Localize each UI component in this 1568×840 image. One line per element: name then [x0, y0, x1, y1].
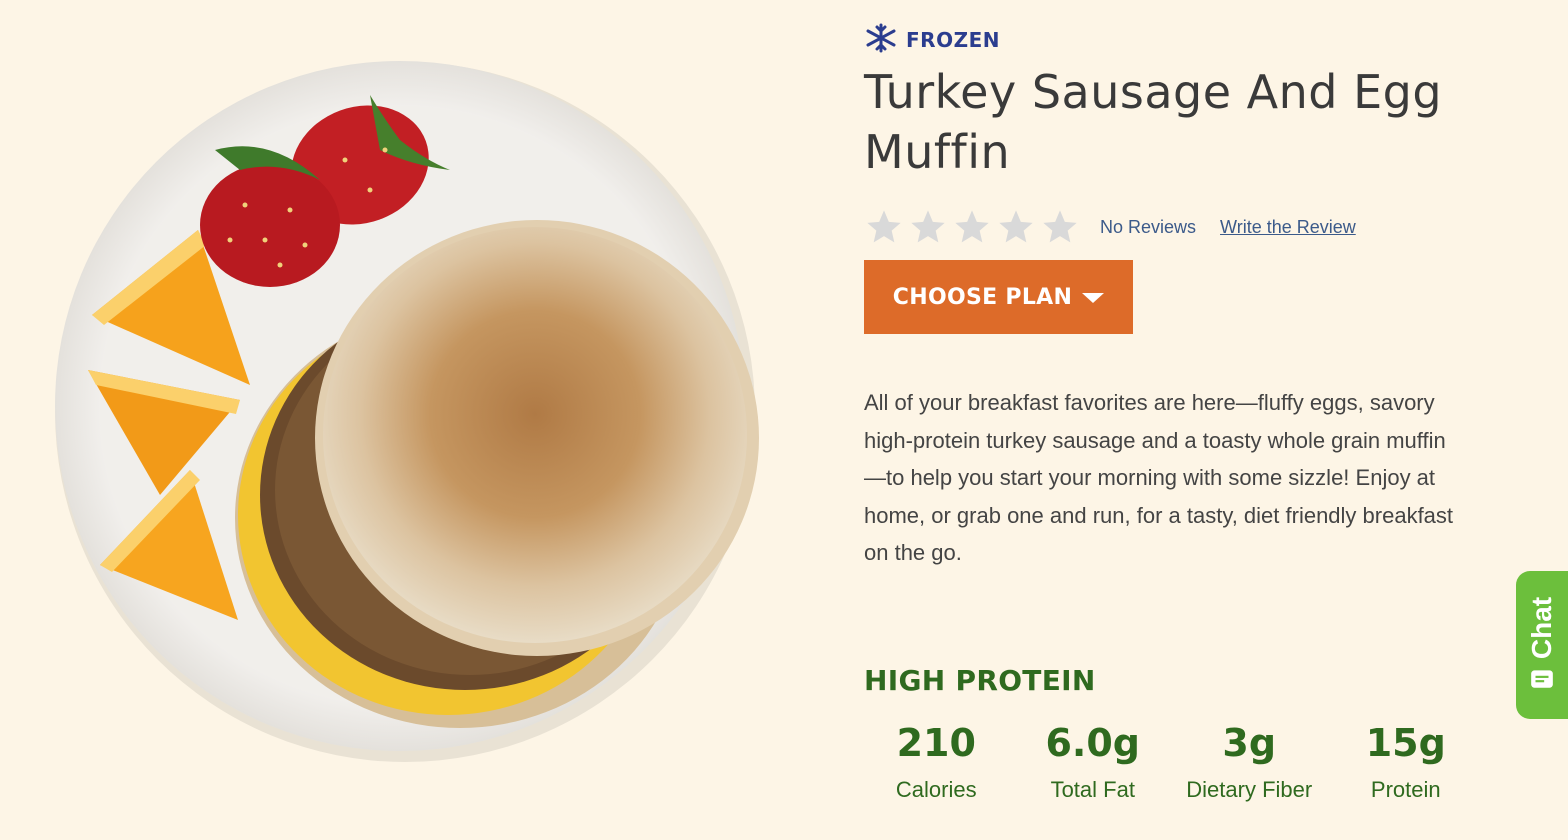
snowflake-icon — [864, 23, 898, 58]
nutrition-facts: 210 Calories 6.0g Total Fat 3g Dietary F… — [858, 719, 1484, 803]
star-icon[interactable] — [864, 207, 904, 247]
nutrition-heading: HIGH PROTEIN — [864, 663, 1096, 697]
nutrient-protein: 15g Protein — [1328, 719, 1485, 803]
choose-plan-button[interactable]: CHOOSE PLAN — [864, 260, 1133, 334]
product-description: All of your breakfast favorites are here… — [864, 390, 1454, 565]
frozen-label: FROZEN — [906, 28, 1000, 52]
write-review-link[interactable]: Write the Review — [1220, 217, 1356, 238]
star-rating[interactable] — [864, 207, 1080, 247]
product-title: Turkey Sausage And Egg Muffin — [864, 65, 1443, 179]
chat-tab[interactable]: Chat — [1516, 571, 1568, 719]
chat-bubble-icon — [1531, 670, 1553, 688]
nutrient-total-fat: 6.0g Total Fat — [1015, 719, 1172, 803]
nutrient-value: 15g — [1365, 720, 1446, 765]
frozen-badge: FROZEN — [864, 23, 1484, 58]
nutrient-calories: 210 Calories — [858, 719, 1015, 803]
nutrient-label: Total Fat — [1050, 776, 1135, 802]
choose-plan-label: CHOOSE PLAN — [892, 284, 1073, 310]
nutrient-value: 6.0g — [1045, 720, 1141, 765]
chat-label: Chat — [1526, 596, 1557, 660]
star-icon[interactable] — [908, 207, 948, 247]
nutrient-dietary-fiber: 3g Dietary Fiber — [1171, 719, 1328, 803]
star-icon[interactable] — [952, 207, 992, 247]
nutrient-value: 3g — [1222, 720, 1277, 765]
chat-content: Chat — [1526, 597, 1558, 693]
reviews-count: No Reviews — [1100, 216, 1197, 237]
product-page: FROZEN Turkey Sausage And Egg Muffin No … — [0, 0, 1568, 840]
nutrient-label: Protein — [1370, 776, 1441, 802]
nutrient-label: Dietary Fiber — [1186, 776, 1313, 802]
product-image — [40, 40, 820, 800]
product-info: FROZEN Turkey Sausage And Egg Muffin No … — [864, 23, 1484, 803]
rating-row: No Reviews Write the Review — [864, 204, 1484, 250]
star-icon[interactable] — [1040, 207, 1080, 247]
nutrient-value: 210 — [896, 720, 976, 765]
nutrient-label: Calories — [895, 776, 977, 802]
caret-down-icon — [1082, 293, 1105, 303]
star-icon[interactable] — [996, 207, 1036, 247]
